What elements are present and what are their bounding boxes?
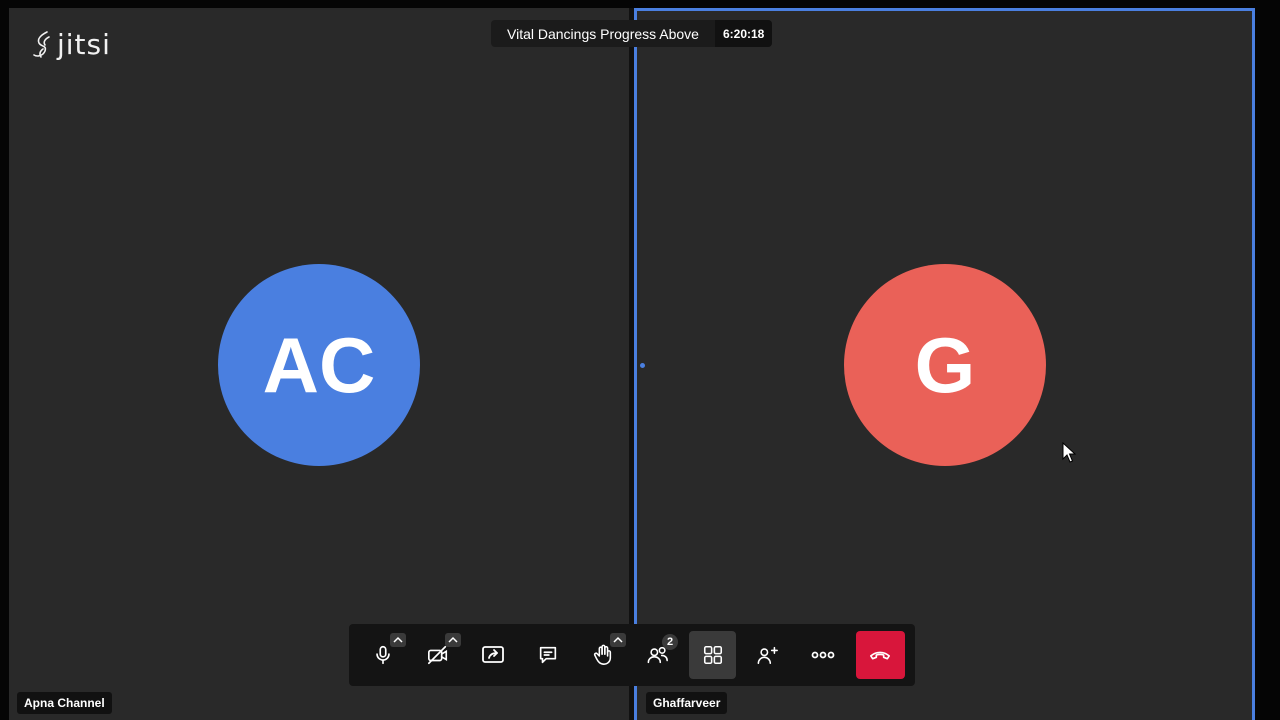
- camera-options-caret[interactable]: [445, 633, 461, 647]
- jitsi-logo-icon: [33, 30, 50, 58]
- microphone-button[interactable]: [359, 631, 406, 679]
- microphone-icon: [375, 645, 390, 665]
- more-icon: [811, 651, 834, 659]
- screen-share-icon: [481, 646, 504, 663]
- logo-text: jitsi: [57, 28, 111, 61]
- participant-name-label: Apna Channel: [17, 692, 112, 714]
- avatar: G: [844, 264, 1046, 466]
- chevron-up-icon: [448, 636, 458, 643]
- meeting-toolbar: 2: [349, 624, 915, 686]
- jitsi-logo[interactable]: jitsi: [31, 28, 111, 61]
- more-actions-button[interactable]: [799, 631, 846, 679]
- hangup-button[interactable]: [856, 631, 905, 679]
- camera-off-icon: [427, 645, 447, 665]
- participant-name-label: Ghaffarveer: [646, 692, 728, 714]
- invite-button[interactable]: [744, 631, 791, 679]
- reactions-options-caret[interactable]: [610, 633, 626, 647]
- microphone-options-caret[interactable]: [390, 633, 406, 647]
- chevron-up-icon: [393, 636, 403, 643]
- chat-button[interactable]: [524, 631, 571, 679]
- raise-hand-button[interactable]: [579, 631, 626, 679]
- avatar: AC: [218, 264, 420, 466]
- participants-count-badge: 2: [662, 634, 678, 650]
- tile-view-icon: [703, 645, 722, 665]
- tile-view-button[interactable]: [689, 631, 736, 679]
- mouse-cursor-icon: [1062, 442, 1076, 463]
- hangup-icon: [870, 651, 891, 660]
- participant-tile-ghaffarveer[interactable]: G Ghaffarveer: [634, 8, 1255, 720]
- participant-tile-apna-channel[interactable]: AC Apna Channel: [9, 8, 629, 720]
- raise-hand-icon: [593, 644, 611, 665]
- screen-share-button[interactable]: [469, 631, 516, 679]
- meeting-stage: AC Apna Channel G Ghaffarveer jitsi Vita…: [0, 0, 1280, 720]
- invite-icon: [757, 646, 778, 665]
- participants-button[interactable]: 2: [634, 631, 681, 679]
- meeting-timer: 6:20:18: [714, 20, 773, 47]
- meeting-info-bar: Vital Dancings Progress Above 6:20:18: [491, 20, 773, 47]
- chevron-up-icon: [613, 636, 623, 643]
- chat-icon: [539, 646, 556, 664]
- camera-button[interactable]: [414, 631, 461, 679]
- meeting-title: Vital Dancings Progress Above: [507, 25, 699, 42]
- active-speaker-indicator: [640, 363, 645, 368]
